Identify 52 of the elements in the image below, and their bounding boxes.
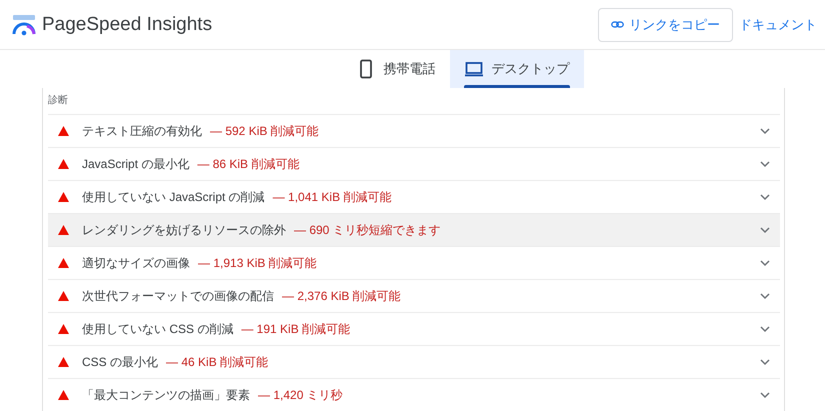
audit-title: テキスト圧縮の有効化 [82,122,202,140]
laptop-icon [464,59,484,79]
audit-title: レンダリングを妨げるリソースの除外 [82,222,286,238]
chevron-down-icon[interactable] [760,260,770,266]
warning-triangle-icon [58,291,69,301]
audit-title: CSS の最小化 [82,354,158,370]
audit-row[interactable]: レンダリングを妨げるリソースの除外 — 690 ミリ秒短縮できます [48,213,780,246]
audit-savings: — 86 KiB 削減可能 [197,156,300,172]
warning-triangle-icon [58,258,69,268]
audit-savings: — 2,376 KiB 削減可能 [282,288,401,304]
chevron-down-icon[interactable] [760,292,770,300]
audit-savings: — 1,913 KiB 削減可能 [198,254,317,272]
audit-title: JavaScript の最小化 [82,156,190,172]
copy-link-button[interactable]: リンクをコピー [598,8,733,42]
chevron-down-icon[interactable] [760,226,770,234]
audit-title: 適切なサイズの画像 [82,254,190,272]
warning-triangle-icon [58,192,69,202]
audit-savings: — 1,041 KiB 削減可能 [272,188,392,206]
section-title: 診断 [48,94,68,108]
audit-savings: — 191 KiB 削減可能 [241,320,350,338]
audit-savings: — 592 KiB 削減可能 [210,122,319,140]
audit-savings: — 46 KiB 削減可能 [166,354,268,370]
audit-row[interactable]: テキスト圧縮の有効化 — 592 KiB 削減可能 [48,114,780,147]
device-tab[interactable]: デスクトップ [450,50,584,88]
chevron-down-icon[interactable] [760,326,770,332]
warning-triangle-icon [58,357,69,367]
app-title: PageSpeed Insights [42,14,212,36]
audit-savings: — 1,420 ミリ秒 [258,386,343,404]
warning-triangle-icon [58,225,69,235]
chevron-down-icon[interactable] [760,392,770,398]
audit-title: 使用していない CSS の削減 [82,320,234,338]
audit-title: 次世代フォーマットでの画像の配信 [82,288,274,304]
audit-row[interactable]: 「最大コンテンツの描画」要素 — 1,420 ミリ秒 [48,378,780,411]
chevron-down-icon[interactable] [760,194,770,200]
logo-icon [12,14,36,36]
chevron-down-icon[interactable] [760,128,770,134]
chevron-down-icon[interactable] [760,358,770,366]
chevron-down-icon[interactable] [760,160,770,168]
warning-triangle-icon [58,159,69,169]
audit-savings: — 690 ミリ秒短縮できます [294,222,441,238]
audit-row[interactable]: 適切なサイズの画像 — 1,913 KiB 削減可能 [48,246,780,279]
audit-title: 「最大コンテンツの描画」要素 [82,386,250,404]
device-tab[interactable]: 携帯電話 [342,50,450,88]
docs-link[interactable]: ドキュメント [739,16,817,34]
warning-triangle-icon [58,324,69,334]
audit-row[interactable]: JavaScript の最小化 — 86 KiB 削減可能 [48,147,780,180]
audit-title: 使用していない JavaScript の削減 [82,188,265,206]
audit-row[interactable]: 次世代フォーマットでの画像の配信 — 2,376 KiB 削減可能 [48,279,780,312]
warning-triangle-icon [58,390,69,400]
audit-row[interactable]: 使用していない CSS の削減 — 191 KiB 削減可能 [48,312,780,345]
audit-row[interactable]: CSS の最小化 — 46 KiB 削減可能 [48,345,780,378]
warning-triangle-icon [58,126,69,136]
